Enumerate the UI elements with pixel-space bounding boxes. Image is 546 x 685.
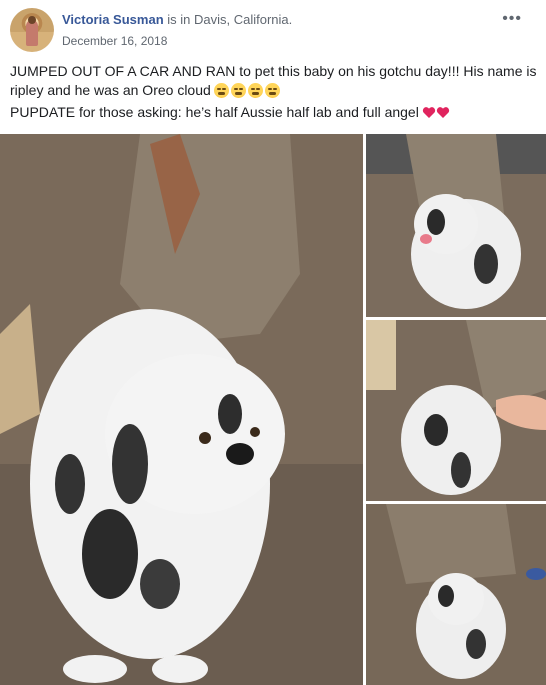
- more-options-icon[interactable]: •••: [502, 10, 522, 28]
- author-line: Victoria Susman is in Davis, California.: [62, 12, 292, 27]
- weary-face-icon: [247, 83, 263, 98]
- heart-icon: [422, 107, 435, 118]
- post-header: Victoria Susman is in Davis, California.…: [10, 8, 530, 52]
- weary-face-icon: [264, 83, 280, 98]
- photo-4[interactable]: [366, 504, 546, 685]
- weary-face-emojis: [213, 83, 282, 103]
- location-text[interactable]: is in Davis, California.: [164, 12, 292, 27]
- main-photo[interactable]: [0, 134, 363, 685]
- post-text: JUMPED OUT OF A CAR AND RAN to pet this …: [10, 62, 538, 124]
- weary-face-icon: [213, 83, 229, 98]
- photo-3[interactable]: [366, 320, 546, 501]
- heart-emojis: [422, 105, 450, 124]
- avatar-head: [28, 16, 36, 24]
- weary-face-icon: [230, 83, 246, 98]
- post-date[interactable]: December 16, 2018: [62, 34, 167, 48]
- photo-2[interactable]: [366, 134, 546, 317]
- avatar[interactable]: [10, 8, 54, 52]
- post-text-line-2: PUPDATE for those asking: he’s half Auss…: [10, 104, 419, 120]
- heart-icon: [436, 107, 449, 118]
- author-name[interactable]: Victoria Susman: [62, 12, 164, 27]
- facebook-post: Victoria Susman is in Davis, California.…: [0, 0, 546, 685]
